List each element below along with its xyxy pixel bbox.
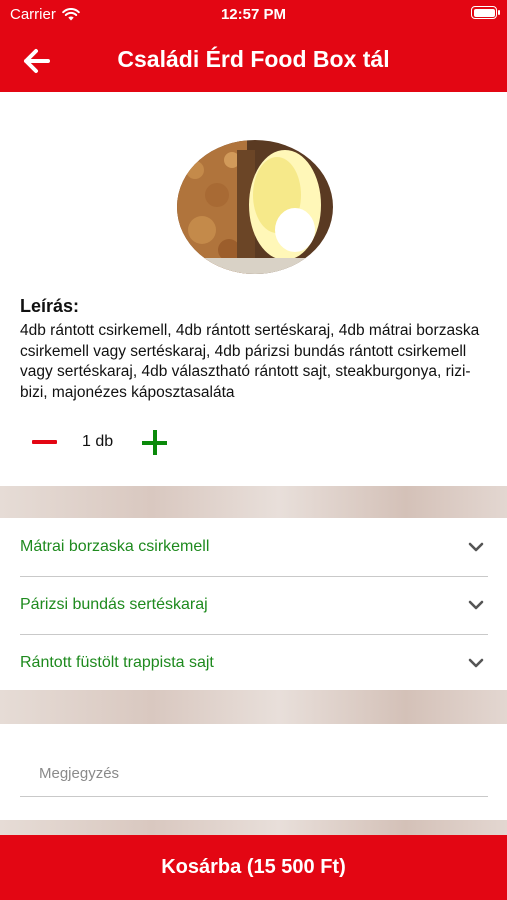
option-label: Párizsi bundás sertéskaraj xyxy=(20,596,208,613)
note-field[interactable]: Megjegyzés xyxy=(20,758,488,797)
minus-icon[interactable] xyxy=(32,440,57,444)
description-text: 4db rántott csirkemell, 4db rántott sert… xyxy=(20,322,480,401)
options-card: Mátrai borzaska csirkemell Párizsi bundá… xyxy=(0,518,507,693)
chevron-down-icon xyxy=(468,600,484,610)
quantity-stepper: 1 db xyxy=(20,425,220,459)
option-select-2[interactable]: Párizsi bundás sertéskaraj xyxy=(20,576,488,635)
status-bar: Carrier 12:57 PM xyxy=(0,0,507,30)
food-plate-image xyxy=(177,140,333,274)
navigation-bar: Családi Érd Food Box tál xyxy=(0,30,507,92)
status-time: 12:57 PM xyxy=(220,6,287,23)
plus-icon[interactable] xyxy=(142,430,167,455)
background-strip xyxy=(0,820,507,835)
description-title: Leírás: xyxy=(20,296,80,316)
option-label: Rántott füstölt trappista sajt xyxy=(20,654,214,671)
battery-icon xyxy=(471,6,500,19)
note-placeholder: Megjegyzés xyxy=(39,765,120,782)
option-label: Mátrai borzaska csirkemell xyxy=(20,538,210,555)
add-to-cart-button[interactable]: Kosárba (15 500 Ft) xyxy=(0,835,507,900)
page-title: Családi Érd Food Box tál xyxy=(117,46,390,72)
quantity-value: 1 db xyxy=(82,433,114,450)
chevron-down-icon xyxy=(468,658,484,668)
option-select-3[interactable]: Rántott füstölt trappista sajt xyxy=(20,634,488,693)
option-select-1[interactable]: Mátrai borzaska csirkemell xyxy=(20,518,488,577)
background-strip xyxy=(0,690,507,724)
chevron-down-icon xyxy=(468,542,484,552)
background-strip xyxy=(0,486,507,518)
battery-fill xyxy=(473,8,495,17)
